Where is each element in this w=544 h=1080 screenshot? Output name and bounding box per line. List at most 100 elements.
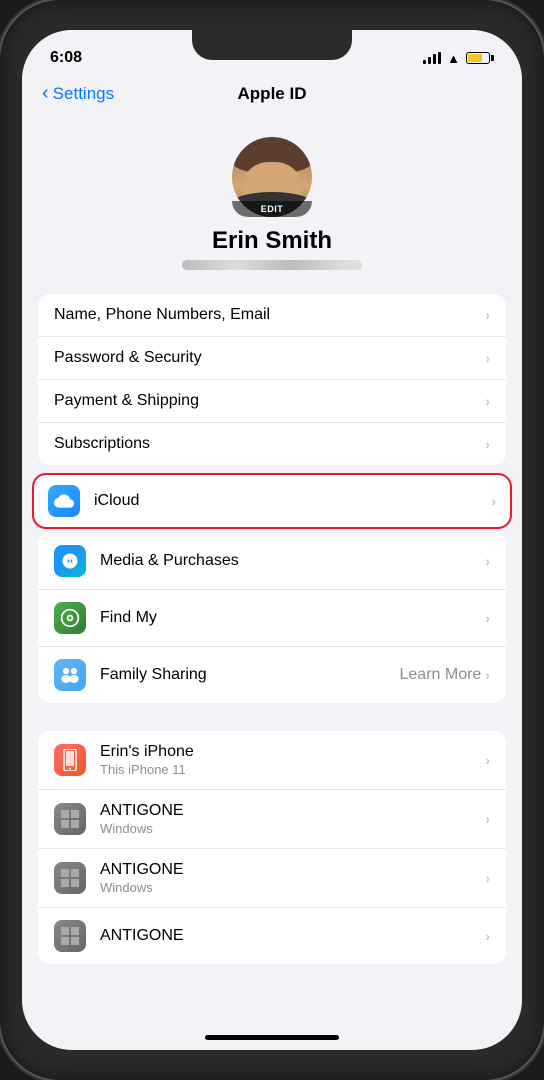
learn-more-label: Learn More [400,666,482,684]
settings-item-device-antigone-1[interactable]: ANTIGONE Windows › [38,790,506,849]
settings-item-findmy[interactable]: Find My › [38,590,506,647]
settings-item-subscriptions[interactable]: Subscriptions › [38,423,506,465]
home-indicator[interactable] [205,1035,339,1040]
settings-item-label: Subscriptions [54,435,150,452]
settings-item-right: › [485,553,490,569]
settings-item-label: Erin's iPhone [100,743,485,761]
settings-item-label: Family Sharing [100,666,207,683]
status-icons: ▲ [423,51,494,66]
settings-item-right: › [485,307,490,323]
win-square-3 [61,820,69,828]
findmy-svg [60,608,80,628]
settings-item-text: ANTIGONE Windows [100,861,485,895]
chevron-icon: › [485,350,490,366]
icloud-right: › [491,493,496,509]
chevron-icon: › [485,870,490,886]
settings-item-text: Password & Security [54,349,485,367]
icloud-item[interactable]: iCloud › [32,473,512,529]
settings-item-device-antigone-2[interactable]: ANTIGONE Windows › [38,849,506,908]
win-s4 [71,937,79,945]
notch [192,30,352,60]
settings-item-sublabel: This iPhone 11 [100,762,485,777]
settings-item-label: Name, Phone Numbers, Email [54,306,270,323]
nav-bar: ‹ Settings Apple ID [22,74,522,117]
settings-item-right: › [485,610,490,626]
settings-item-right: › [485,870,490,886]
findmy-icon [54,602,86,634]
windows-logo-3 [61,927,79,945]
settings-item-family[interactable]: Family Sharing Learn More › [38,647,506,703]
avatar-edit-label[interactable]: EDIT [232,201,312,217]
status-time: 6:08 [50,49,82,67]
windows-device-icon-3 [54,920,86,952]
win-square-4 [71,820,79,828]
profile-email [182,260,362,270]
icloud-text: iCloud [94,492,491,510]
settings-item-text: Media & Purchases [100,552,485,570]
settings-item-label: Payment & Shipping [54,392,199,409]
settings-item-text: Payment & Shipping [54,392,485,410]
settings-item-media[interactable]: Media & Purchases › [38,533,506,590]
profile-section: EDIT Erin Smith [22,117,522,294]
settings-item-name-phone[interactable]: Name, Phone Numbers, Email › [38,294,506,337]
chevron-icon: › [485,553,490,569]
avatar-container[interactable]: EDIT [232,137,312,217]
chevron-icon: › [485,436,490,452]
win-s3 [61,937,69,945]
icloud-label: iCloud [94,492,139,509]
settings-item-text: Subscriptions [54,435,485,453]
settings-group-main: Name, Phone Numbers, Email › Password & … [38,294,506,465]
settings-item-sublabel: Windows [100,821,485,836]
signal-bars-icon [423,52,441,64]
windows-logo [61,810,79,828]
profile-name: Erin Smith [212,227,332,255]
settings-item-device-antigone-3[interactable]: ANTIGONE › [38,908,506,964]
icloud-icon [48,485,80,517]
appstore-icon [54,545,86,577]
windows-device-icon-1 [54,803,86,835]
win-s1 [61,927,69,935]
back-label[interactable]: Settings [53,84,114,104]
win-s2 [71,927,79,935]
settings-item-text: Family Sharing [100,666,400,684]
settings-item-password[interactable]: Password & Security › [38,337,506,380]
iphone-device-icon [54,744,86,776]
settings-item-label: ANTIGONE [100,861,485,879]
icloud-chevron-icon: › [491,493,496,509]
settings-item-label: Media & Purchases [100,552,239,569]
signal-bar-1 [423,60,426,64]
win-sq-2 [71,869,79,877]
signal-bar-2 [428,57,431,64]
phone-frame: 6:08 ▲ ‹ Sett [0,0,544,1080]
settings-item-right: › [485,811,490,827]
battery-fill [468,54,482,62]
wifi-icon: ▲ [447,51,460,66]
settings-item-label: ANTIGONE [100,802,485,820]
iphone-svg [63,749,77,771]
settings-item-right: Learn More › [400,666,491,684]
settings-item-right: › [485,752,490,768]
settings-item-device-iphone[interactable]: Erin's iPhone This iPhone 11 › [38,731,506,790]
appstore-svg [61,552,79,570]
windows-device-icon-2 [54,862,86,894]
chevron-icon: › [485,752,490,768]
phone-screen: 6:08 ▲ ‹ Sett [22,30,522,1050]
settings-item-payment[interactable]: Payment & Shipping › [38,380,506,423]
family-svg [59,666,81,684]
back-button[interactable]: ‹ Settings [42,82,114,105]
settings-item-text: Name, Phone Numbers, Email [54,306,485,324]
family-icon [54,659,86,691]
signal-bar-3 [433,54,436,64]
settings-group-services: Media & Purchases › F [38,533,506,703]
settings-item-sublabel: Windows [100,880,485,895]
chevron-icon: › [485,393,490,409]
settings-group-devices: Erin's iPhone This iPhone 11 › [38,731,506,964]
settings-item-text: ANTIGONE Windows [100,802,485,836]
win-square-2 [71,810,79,818]
settings-item-label: ANTIGONE [100,927,485,945]
chevron-icon: › [485,928,490,944]
cloud-svg [54,494,74,508]
win-sq-4 [71,879,79,887]
chevron-icon: › [485,610,490,626]
section-gap [22,711,522,731]
